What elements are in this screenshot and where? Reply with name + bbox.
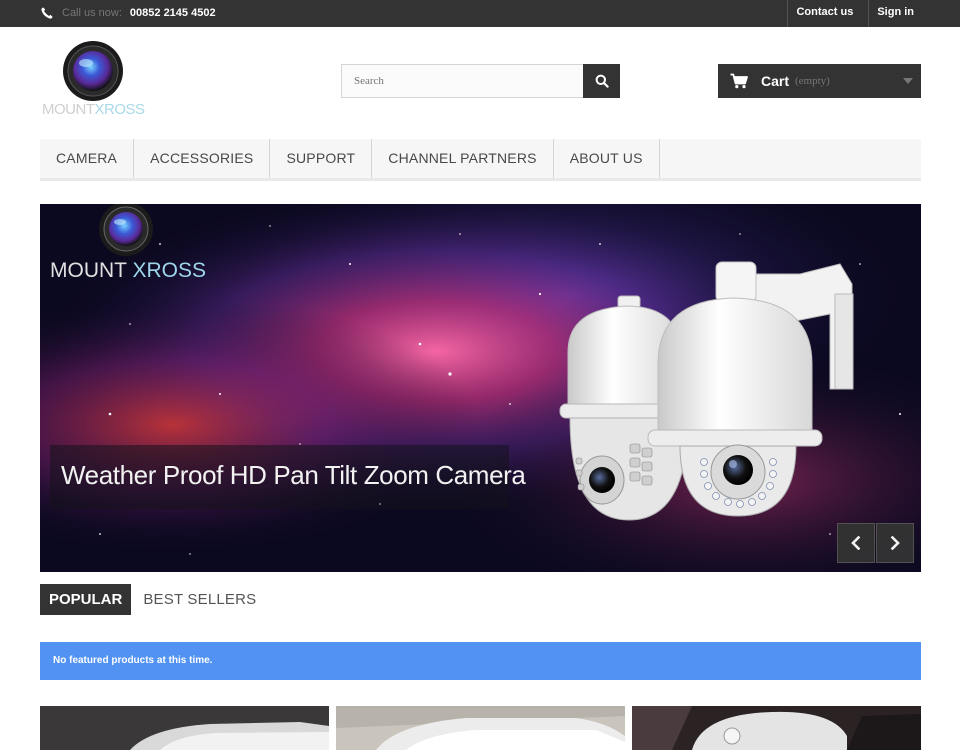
top-bar: Call us now: 00852 2145 4502 Contact us … [0, 0, 960, 27]
top-links: Contact us Sign in [787, 0, 960, 27]
product-image [336, 706, 625, 750]
banner-brand-accent: XROSS [132, 259, 206, 282]
cart-label: Cart [761, 73, 790, 89]
cart-status: (empty) [795, 75, 830, 87]
homepage-slider[interactable]: MOUNT XROSS Weather Proof HD Pan Tilt Zo… [40, 204, 921, 572]
tab-best-sellers[interactable]: BEST SELLERS [134, 584, 265, 615]
slider-nav [836, 523, 914, 563]
site-logo[interactable]: MOUNTXROSS [42, 38, 146, 124]
contact-us-link[interactable]: Contact us [787, 0, 868, 27]
slider-next-button[interactable] [876, 523, 914, 563]
banner-brand: MOUNT XROSS [50, 259, 206, 283]
phone-number: 00852 2145 4502 [129, 7, 216, 19]
product-image [40, 706, 329, 750]
cart-icon [730, 73, 748, 89]
menu-item-support[interactable]: SUPPORT [270, 139, 373, 178]
alert-message: No featured products at this time. [53, 655, 213, 666]
call-us: Call us now: 00852 2145 4502 [40, 5, 216, 21]
banner-brand-main: MOUNT [50, 259, 133, 282]
slider-prev-button[interactable] [837, 523, 875, 563]
menu-item-camera[interactable]: CAMERA [40, 139, 135, 178]
call-prefix: Call us now: [62, 7, 122, 19]
lens-logo-icon [63, 41, 123, 101]
brand-main: MOUNT [42, 101, 95, 118]
phone-icon [41, 7, 53, 19]
chevron-right-icon [890, 536, 900, 550]
search-bar [341, 64, 620, 98]
menu-item-accessories[interactable]: ACCESSORIES [134, 139, 271, 178]
product-thumb-2[interactable] [336, 706, 625, 750]
slide-caption: Weather Proof HD Pan Tilt Zoom Camera [50, 445, 526, 509]
search-input[interactable] [341, 64, 583, 98]
brand-name: MOUNTXROSS [42, 101, 146, 118]
info-alert: No featured products at this time. [40, 642, 921, 680]
search-button[interactable] [583, 64, 620, 98]
search-icon [595, 74, 609, 88]
brand-accent: XROSS [94, 101, 146, 118]
product-image [632, 706, 921, 750]
tab-popular[interactable]: POPULAR [40, 584, 132, 615]
product-tabs: POPULAR BEST SELLERS [40, 584, 265, 615]
main-menu: CAMERA ACCESSORIES SUPPORT CHANNEL PARTN… [40, 139, 921, 181]
product-thumb-3[interactable] [632, 706, 921, 750]
cart-button[interactable]: Cart (empty) [718, 64, 921, 98]
chevron-left-icon [851, 536, 861, 550]
menu-item-channel-partners[interactable]: CHANNEL PARTNERS [372, 139, 554, 178]
menu-item-about-us[interactable]: ABOUT US [554, 139, 660, 178]
caret-down-icon [903, 78, 913, 84]
product-thumb-1[interactable] [40, 706, 329, 750]
sign-in-link[interactable]: Sign in [868, 0, 960, 27]
slide-caption-text: Weather Proof HD Pan Tilt Zoom Camera [61, 460, 526, 490]
